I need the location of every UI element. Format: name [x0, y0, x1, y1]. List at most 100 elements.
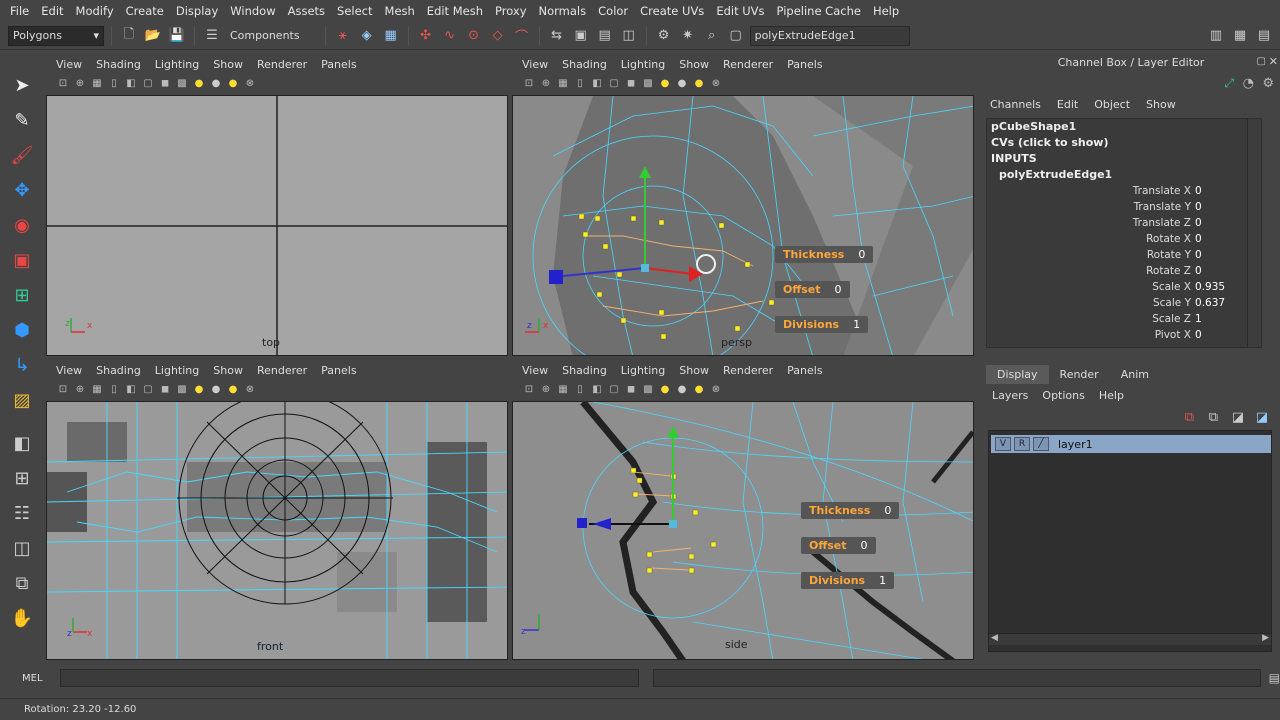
camera-icon[interactable]: ⊡: [522, 383, 536, 396]
menu-edit[interactable]: Edit: [35, 4, 69, 18]
attr-row-scale-z[interactable]: Scale Z1: [987, 311, 1261, 327]
vp-menu-show[interactable]: Show: [213, 364, 251, 377]
xray-icon[interactable]: ●: [692, 77, 706, 90]
cvs-toggle[interactable]: CVs (click to show): [987, 135, 1261, 151]
attr-row-scale-x[interactable]: Scale X 0.935: [987, 279, 1261, 295]
bookmark-icon[interactable]: ⊕: [539, 383, 553, 396]
ipr-render-icon[interactable]: ◫: [619, 26, 639, 46]
input-node-name[interactable]: polyExtrudeEdge1: [987, 167, 1261, 183]
bookmark-icon[interactable]: ⊕: [539, 77, 553, 90]
resolution-gate-icon[interactable]: ◧: [124, 383, 138, 396]
xray-icon[interactable]: ●: [692, 383, 706, 396]
attr-row-rotate-y[interactable]: Rotate Y0: [987, 247, 1261, 263]
shadows-icon[interactable]: ●: [675, 383, 689, 396]
vp-menu-lighting[interactable]: Lighting: [621, 58, 673, 71]
textured-icon[interactable]: ▩: [641, 383, 655, 396]
cb-menu-edit[interactable]: Edit: [1057, 98, 1078, 111]
hud-offset[interactable]: Offset 0: [775, 281, 850, 298]
layer-color-swatch[interactable]: ╱: [1033, 437, 1049, 451]
menu-proxy[interactable]: Proxy: [489, 4, 533, 18]
layer-name[interactable]: layer1: [1058, 438, 1093, 451]
hud-thickness[interactable]: Thickness 0: [801, 502, 900, 519]
menu-assets[interactable]: Assets: [282, 4, 331, 18]
render-icon[interactable]: ▤: [595, 26, 615, 46]
hierarchy-mode-icon[interactable]: ⚹: [333, 26, 353, 46]
snap-plane-icon[interactable]: ◇: [488, 26, 508, 46]
resolution-gate-icon[interactable]: ◧: [590, 383, 604, 396]
paint-select-tool-icon[interactable]: 🖌: [7, 140, 37, 170]
le-menu-help[interactable]: Help: [1099, 389, 1124, 402]
extrude-tool-icon[interactable]: ▨: [7, 385, 37, 415]
outliner-layout-icon[interactable]: ☷: [7, 498, 37, 528]
channel-box-icon[interactable]: ▤: [1254, 26, 1274, 46]
four-view-layout-icon[interactable]: ⊞: [7, 463, 37, 493]
layer-reference-toggle[interactable]: R: [1014, 437, 1030, 451]
menu-modify[interactable]: Modify: [70, 4, 120, 18]
attr-value[interactable]: 1: [1193, 313, 1253, 325]
resolution-gate-icon[interactable]: ◧: [124, 77, 138, 90]
scroll-left-icon[interactable]: ◀: [991, 633, 998, 643]
vp-menu-show[interactable]: Show: [679, 58, 717, 71]
hud-divisions[interactable]: Divisions 1: [775, 316, 869, 333]
tab-anim[interactable]: Anim: [1110, 365, 1160, 384]
hud-thickness[interactable]: Thickness 0: [775, 246, 874, 263]
vp-menu-panels[interactable]: Panels: [787, 364, 830, 377]
cb-menu-channels[interactable]: Channels: [990, 98, 1041, 111]
vp-menu-shading[interactable]: Shading: [96, 364, 149, 377]
tool-settings-icon[interactable]: ▦: [1230, 26, 1250, 46]
smooth-shade-icon[interactable]: ◼: [158, 77, 172, 90]
attr-value[interactable]: 0.935: [1193, 281, 1253, 293]
menu-window[interactable]: Window: [224, 4, 281, 18]
channel-box-options-icon[interactable]: ◔: [1243, 76, 1254, 91]
textured-icon[interactable]: ▩: [175, 383, 189, 396]
viewport-canvas[interactable]: x z top: [46, 95, 508, 356]
camera-icon[interactable]: ⊡: [56, 383, 70, 396]
snap-point-icon[interactable]: ⊙: [464, 26, 484, 46]
shadows-icon[interactable]: ●: [209, 383, 223, 396]
menu-create-uvs[interactable]: Create UVs: [634, 4, 710, 18]
open-scene-icon[interactable]: 📂: [143, 26, 163, 46]
grid-icon[interactable]: ▦: [556, 77, 570, 90]
vp-menu-panels[interactable]: Panels: [321, 58, 364, 71]
attr-row-translate-y[interactable]: Translate Y0: [987, 199, 1261, 215]
menu-help[interactable]: Help: [867, 4, 905, 18]
menu-edit-uvs[interactable]: Edit UVs: [710, 4, 770, 18]
menu-set-dropdown[interactable]: Polygons ▾: [8, 25, 104, 46]
camera-icon[interactable]: ⊡: [522, 77, 536, 90]
lights-icon[interactable]: ●: [658, 383, 672, 396]
attr-row-pivot-x[interactable]: Pivot X0: [987, 327, 1261, 343]
layer-row[interactable]: V R ╱ layer1: [991, 435, 1271, 453]
vp-menu-panels[interactable]: Panels: [321, 364, 364, 377]
attr-value[interactable]: 0: [1193, 329, 1253, 341]
new-scene-icon[interactable]: 🗋: [119, 26, 139, 46]
snap-curve-icon[interactable]: ∿: [440, 26, 460, 46]
vp-menu-view[interactable]: View: [56, 364, 90, 377]
vp-menu-view[interactable]: View: [522, 364, 556, 377]
vp-menu-renderer[interactable]: Renderer: [723, 364, 781, 377]
snap-grid-icon[interactable]: ✣: [416, 26, 436, 46]
vp-menu-renderer[interactable]: Renderer: [257, 58, 315, 71]
hud-offset[interactable]: Offset 0: [801, 537, 876, 554]
vp-menu-shading[interactable]: Shading: [96, 58, 149, 71]
last-tool-icon[interactable]: ↳: [7, 350, 37, 380]
vp-menu-lighting[interactable]: Lighting: [621, 364, 673, 377]
hypershade-icon[interactable]: ✷: [678, 26, 698, 46]
le-menu-layers[interactable]: Layers: [992, 389, 1028, 402]
script-editor-icon[interactable]: ▤: [1269, 671, 1280, 685]
object-mode-icon[interactable]: ◈: [357, 26, 377, 46]
attr-value[interactable]: 0: [1193, 201, 1253, 213]
scroll-right-icon[interactable]: ▶: [1262, 633, 1269, 643]
isolate-icon[interactable]: ⊗: [709, 383, 723, 396]
resolution-gate-icon[interactable]: ◧: [590, 77, 604, 90]
cb-menu-object[interactable]: Object: [1094, 98, 1130, 111]
new-layer-selected-icon[interactable]: ◪: [1256, 410, 1268, 425]
attr-value[interactable]: 0: [1193, 217, 1253, 229]
vp-menu-show[interactable]: Show: [213, 58, 251, 71]
attr-value[interactable]: 0: [1193, 249, 1253, 261]
wireframe-icon[interactable]: ▢: [141, 383, 155, 396]
viewport-canvas[interactable]: z Thickness 0 Offset 0 Divisions 1 side: [512, 401, 974, 660]
new-empty-layer-icon[interactable]: ◪: [1232, 410, 1244, 425]
manipulator-tool-icon[interactable]: ⊞: [7, 280, 37, 310]
selection-mask-icon[interactable]: ☰: [202, 26, 222, 46]
isolate-icon[interactable]: ⊗: [709, 77, 723, 90]
